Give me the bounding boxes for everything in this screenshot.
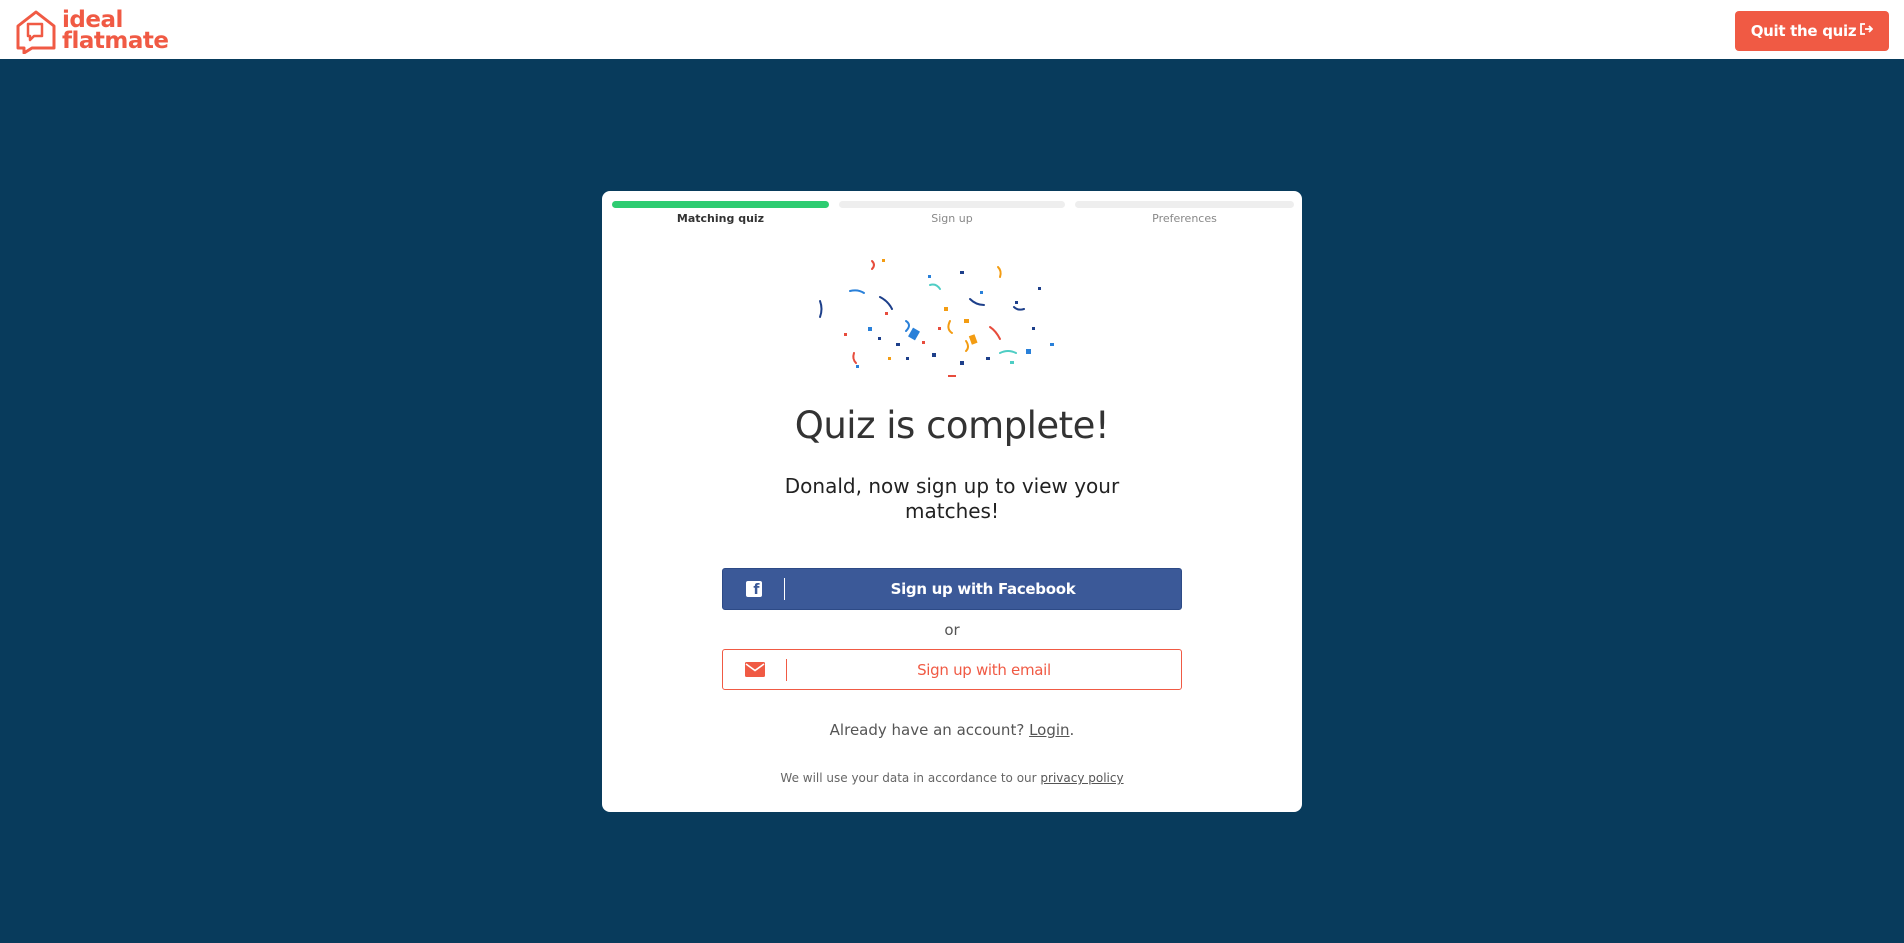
email-signup-label: Sign up with email: [917, 660, 1051, 679]
progress-steps: Matching quiz Sign up Preferences: [612, 201, 1294, 231]
step-progress-bar: [612, 201, 829, 208]
step-label: Sign up: [931, 212, 973, 225]
step-matching-quiz: Matching quiz: [612, 201, 829, 231]
page-title: Quiz is complete!: [794, 404, 1110, 447]
privacy-policy-link[interactable]: privacy policy: [1040, 771, 1123, 785]
privacy-text: We will use your data in accordance to o…: [780, 771, 1037, 785]
quit-quiz-button[interactable]: Quit the quiz: [1735, 11, 1889, 51]
facebook-signup-label: Sign up with Facebook: [890, 580, 1076, 598]
top-navbar: ideal flatmate Quit the quiz: [0, 0, 1904, 59]
login-period: .: [1069, 721, 1075, 739]
step-label: Preferences: [1152, 212, 1217, 225]
house-chat-icon: [16, 10, 56, 54]
logo-wordmark: ideal flatmate: [62, 9, 169, 54]
step-progress-bar: [1075, 201, 1294, 208]
step-sign-up: Sign up: [839, 201, 1065, 231]
confetti-illustration: [819, 259, 1054, 377]
logo-line-2: flatmate: [62, 28, 169, 54]
ideal-flatmate-logo[interactable]: ideal flatmate: [14, 8, 169, 54]
or-separator: or: [944, 621, 960, 639]
envelope-icon: [744, 662, 765, 677]
login-prompt: Already have an account? Login.: [602, 721, 1302, 739]
envelope-icon-wrap: [723, 658, 787, 681]
email-signup-button[interactable]: Sign up with email: [722, 649, 1182, 690]
facebook-signup-button[interactable]: f Sign up with Facebook: [722, 568, 1182, 610]
page-subtitle: Donald, now sign up to view your matches…: [784, 474, 1120, 523]
quiz-complete-card: Matching quiz Sign up Preferences Quiz i…: [602, 191, 1302, 812]
login-prompt-text: Already have an account?: [829, 721, 1025, 739]
step-preferences: Preferences: [1075, 201, 1294, 231]
quit-quiz-label: Quit the quiz: [1750, 22, 1857, 40]
sign-out-icon: [1860, 23, 1874, 39]
facebook-icon: f: [745, 581, 762, 597]
privacy-notice: We will use your data in accordance to o…: [602, 771, 1302, 785]
login-link[interactable]: Login: [1029, 721, 1069, 739]
step-label: Matching quiz: [676, 212, 765, 225]
facebook-icon-wrap: f: [723, 578, 785, 600]
step-progress-bar: [839, 201, 1065, 208]
